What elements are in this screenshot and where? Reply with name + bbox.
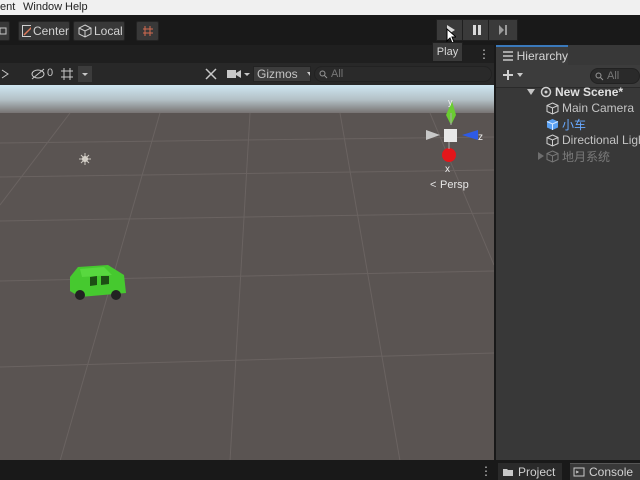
hierarchy-panel: Hierarchy All New Scene* Main Camera 小车 … [496, 45, 640, 460]
local-cube-icon [78, 24, 92, 38]
hierarchy-search-input[interactable]: All [590, 68, 640, 84]
grid-toggle-icon[interactable] [60, 67, 74, 81]
gizmos-dropdown[interactable]: Gizmos [253, 66, 311, 82]
pivot-center-icon [22, 25, 31, 37]
cube-outline-icon [546, 149, 559, 163]
pivot-center-label: Center [32, 24, 69, 38]
console-tab-label: Console [589, 465, 634, 479]
collapsed-arrow-icon[interactable] [536, 151, 546, 161]
tool-button[interactable] [0, 21, 10, 41]
scene-search-input[interactable]: All [314, 66, 492, 82]
hierarchy-item[interactable]: 小车 [546, 116, 586, 132]
unity-scene-icon [540, 86, 552, 98]
scene-search-placeholder: All [331, 68, 344, 80]
tools-icon[interactable] [204, 67, 218, 81]
hierarchy-item[interactable]: Main Camera [546, 100, 634, 116]
search-icon [595, 72, 604, 81]
visibility-eye-icon[interactable] [30, 67, 46, 81]
scene-tab-strip: ⋮ [0, 45, 494, 63]
hand-tool-icon [0, 27, 7, 35]
hidden-count: 0 [47, 67, 54, 79]
hierarchy-list-icon [503, 51, 513, 61]
grid-dropdown[interactable] [78, 66, 92, 82]
tab-hierarchy[interactable]: Hierarchy [496, 45, 568, 65]
scene-name: New Scene* [555, 85, 624, 99]
main-toolbar: Center Local [0, 15, 640, 45]
hierarchy-item[interactable]: Directional Light [546, 132, 640, 148]
menu-item-window[interactable]: Window [23, 1, 62, 13]
step-button[interactable] [488, 19, 518, 41]
axis-x-label: x [445, 164, 450, 175]
hierarchy-tab-label: Hierarchy [516, 49, 568, 63]
menu-item-component[interactable]: ent [0, 1, 15, 13]
scene-kebab-icon[interactable]: ⋮ [478, 48, 490, 60]
console-icon [573, 467, 585, 477]
hierarchy-search-placeholder: All [607, 70, 620, 82]
axis-z-label: z [478, 132, 483, 143]
draw-mode-icon[interactable] [0, 67, 10, 81]
scene-view[interactable]: x z y < Persp [0, 85, 494, 461]
cube-outline-icon [546, 101, 559, 115]
bottom-kebab-icon[interactable]: ⋮ [480, 463, 492, 479]
sky [0, 85, 494, 115]
hierarchy-item-label: 地月系统 [562, 149, 611, 164]
scene-toolbar: 0 Gizmos All [0, 63, 494, 86]
pivot-local-label: Local [94, 24, 123, 38]
hierarchy-item[interactable]: 地月系统 [536, 148, 610, 164]
axis-y-label: y [448, 97, 453, 107]
folder-icon [503, 468, 513, 476]
tab-console[interactable]: Console [570, 463, 640, 480]
pivot-center-toggle[interactable]: Center [18, 21, 70, 41]
tab-project[interactable]: Project [498, 463, 562, 480]
scene-canvas: x z y < Persp [0, 85, 494, 461]
chevron-down-icon[interactable] [242, 67, 252, 81]
hierarchy-item-label: Main Camera [562, 101, 635, 115]
camera-icon[interactable] [226, 68, 242, 80]
search-icon [319, 70, 328, 79]
pivot-local-toggle[interactable]: Local [73, 21, 125, 41]
projection-label[interactable]: Persp [440, 179, 469, 191]
chevron-down-icon[interactable] [516, 71, 524, 79]
step-icon [499, 25, 507, 35]
grid-snap-button[interactable] [136, 21, 159, 41]
hierarchy-scene-row[interactable]: New Scene* [526, 84, 623, 100]
gizmos-label: Gizmos [257, 67, 298, 81]
expand-arrow-icon[interactable] [526, 87, 536, 97]
chevron-down-icon [306, 72, 310, 76]
prefab-cube-icon [546, 118, 559, 130]
menu-item-help[interactable]: Help [65, 1, 88, 13]
project-tab-label: Project [518, 464, 556, 479]
chevron-down-icon [82, 73, 88, 76]
hierarchy-item-label: 小车 [562, 117, 587, 132]
grid-snap-icon [142, 26, 153, 36]
cube-outline-icon [546, 133, 559, 147]
menu-bar: ent Window Help [0, 0, 640, 15]
projection-arrow[interactable]: < [430, 179, 436, 191]
hierarchy-item-label: Directional Light [562, 133, 640, 147]
pause-icon [473, 25, 481, 35]
plus-icon[interactable] [502, 69, 514, 81]
play-tooltip: Play [432, 42, 463, 62]
